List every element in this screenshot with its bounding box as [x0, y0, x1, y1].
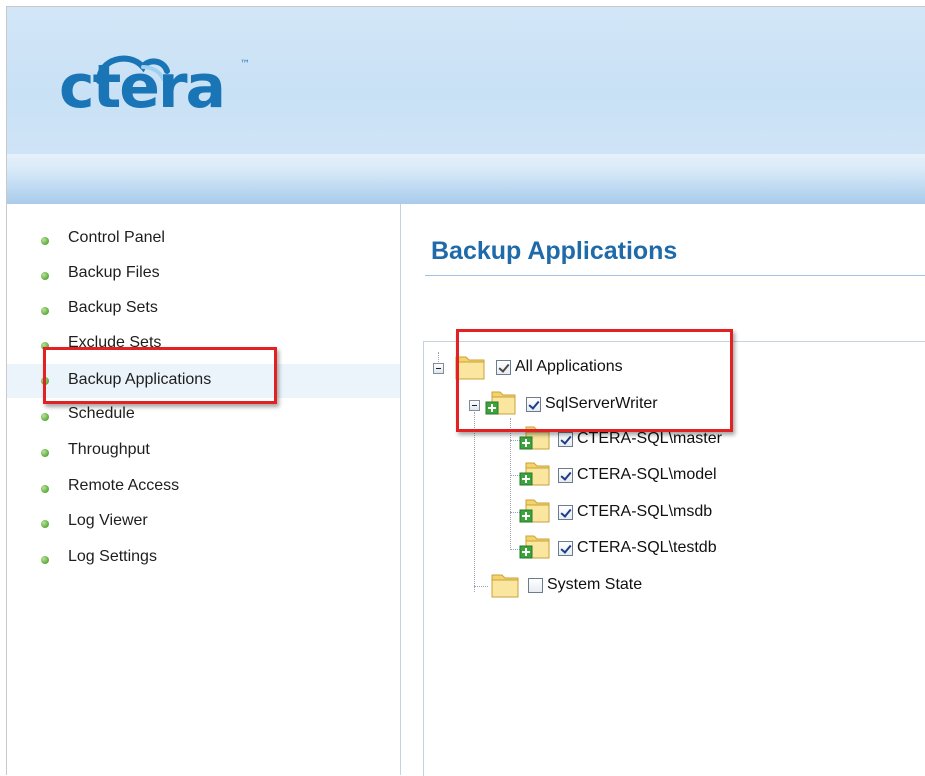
checkbox-database[interactable] [558, 505, 573, 520]
tree-node-label: CTERA-SQL\master [577, 430, 722, 447]
checkbox-database[interactable] [558, 468, 573, 483]
bullet-icon [41, 449, 49, 457]
bullet-icon [41, 485, 49, 493]
sidebar-item-label: Remote Access [68, 477, 180, 494]
sidebar-item-log-viewer[interactable]: Log Viewer [7, 509, 400, 539]
checkbox-database[interactable] [558, 432, 573, 447]
header: ctera ™ [7, 7, 925, 154]
database-folder-icon [519, 499, 550, 523]
header-band [7, 154, 925, 204]
sidebar-item-backup-sets[interactable]: Backup Sets [7, 296, 400, 326]
highlight-box-tree [456, 329, 733, 432]
sidebar-item-label: Throughput [68, 441, 150, 458]
tree-node-system-state[interactable]: System State [486, 574, 746, 598]
bullet-icon [41, 520, 49, 528]
logo-wordmark: ctera [59, 52, 226, 122]
sidebar-item-label: Backup Files [68, 264, 160, 281]
page-title: Backup Applications [431, 237, 678, 265]
tree-node-database[interactable]: CTERA-SQL\master [516, 426, 796, 451]
bullet-icon [41, 556, 49, 564]
sidebar-item-label: Log Viewer [68, 512, 148, 529]
logo-trademark: ™ [240, 59, 250, 70]
tree-line [474, 412, 475, 592]
sidebar: Control Panel Backup Files Backup Sets E… [7, 204, 401, 775]
sidebar-item-label: Backup Sets [68, 299, 158, 316]
sidebar-item-remote-access[interactable]: Remote Access [7, 474, 400, 504]
tree-node-label: CTERA-SQL\msdb [577, 503, 713, 520]
title-divider [425, 275, 925, 276]
tree-node-database[interactable]: CTERA-SQL\model [516, 462, 796, 487]
sidebar-item-label: Control Panel [68, 229, 165, 246]
tree-node-label: System State [547, 576, 643, 593]
tree-node-label: CTERA-SQL\model [577, 466, 717, 483]
sidebar-item-backup-files[interactable]: Backup Files [7, 261, 400, 291]
sidebar-item-throughput[interactable]: Throughput [7, 438, 400, 468]
highlight-box-nav [43, 347, 277, 404]
tree-node-database[interactable]: CTERA-SQL\msdb [516, 499, 796, 524]
sidebar-item-control-panel[interactable]: Control Panel [7, 226, 400, 256]
sidebar-item-label: Log Settings [68, 548, 157, 565]
bullet-icon [41, 237, 49, 245]
ctera-logo: ctera ™ [59, 45, 269, 127]
bullet-icon [41, 307, 49, 315]
tree-line [510, 418, 511, 550]
bullet-icon [41, 413, 49, 421]
checkbox-system-state[interactable] [528, 578, 543, 593]
bullet-icon [41, 272, 49, 280]
tree-node-label: CTERA-SQL\testdb [577, 539, 717, 556]
sidebar-item-label: Schedule [68, 405, 135, 422]
tree-node-database[interactable]: CTERA-SQL\testdb [516, 535, 796, 560]
sidebar-item-schedule[interactable]: Schedule [7, 402, 400, 432]
checkbox-database[interactable] [558, 541, 573, 556]
collapse-icon[interactable] [433, 363, 444, 374]
database-folder-icon [519, 462, 550, 486]
folder-icon [491, 574, 519, 598]
database-folder-icon [519, 535, 550, 559]
sidebar-item-log-settings[interactable]: Log Settings [7, 545, 400, 575]
